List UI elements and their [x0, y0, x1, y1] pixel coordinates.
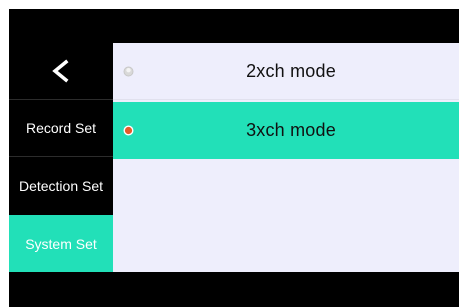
system-settings-panel: 2xch mode 3xch mode [113, 43, 459, 272]
sidebar-item-label: Detection Set [18, 178, 104, 194]
back-button[interactable] [9, 43, 113, 100]
top-bar [9, 9, 459, 43]
option-label: 2xch mode [246, 61, 336, 81]
bottom-bar [9, 272, 459, 307]
device-screen: Record Set Detection Set System Set 2xch… [9, 9, 459, 307]
sidebar-item-detection-set[interactable]: Detection Set [9, 157, 113, 214]
option-3xch-mode[interactable]: 3xch mode [113, 102, 459, 159]
radio-selected-icon [123, 125, 134, 136]
settings-sidebar: Record Set Detection Set System Set [9, 43, 113, 272]
sidebar-item-label: Record Set [25, 120, 97, 136]
option-2xch-mode[interactable]: 2xch mode [113, 43, 459, 100]
sidebar-item-record-set[interactable]: Record Set [9, 100, 113, 157]
chevron-left-icon [52, 59, 69, 83]
radio-unselected-icon [123, 66, 134, 77]
option-label: 3xch mode [246, 120, 336, 140]
sidebar-item-label: System Set [25, 235, 97, 252]
sidebar-item-system-set[interactable]: System Set [9, 215, 113, 272]
